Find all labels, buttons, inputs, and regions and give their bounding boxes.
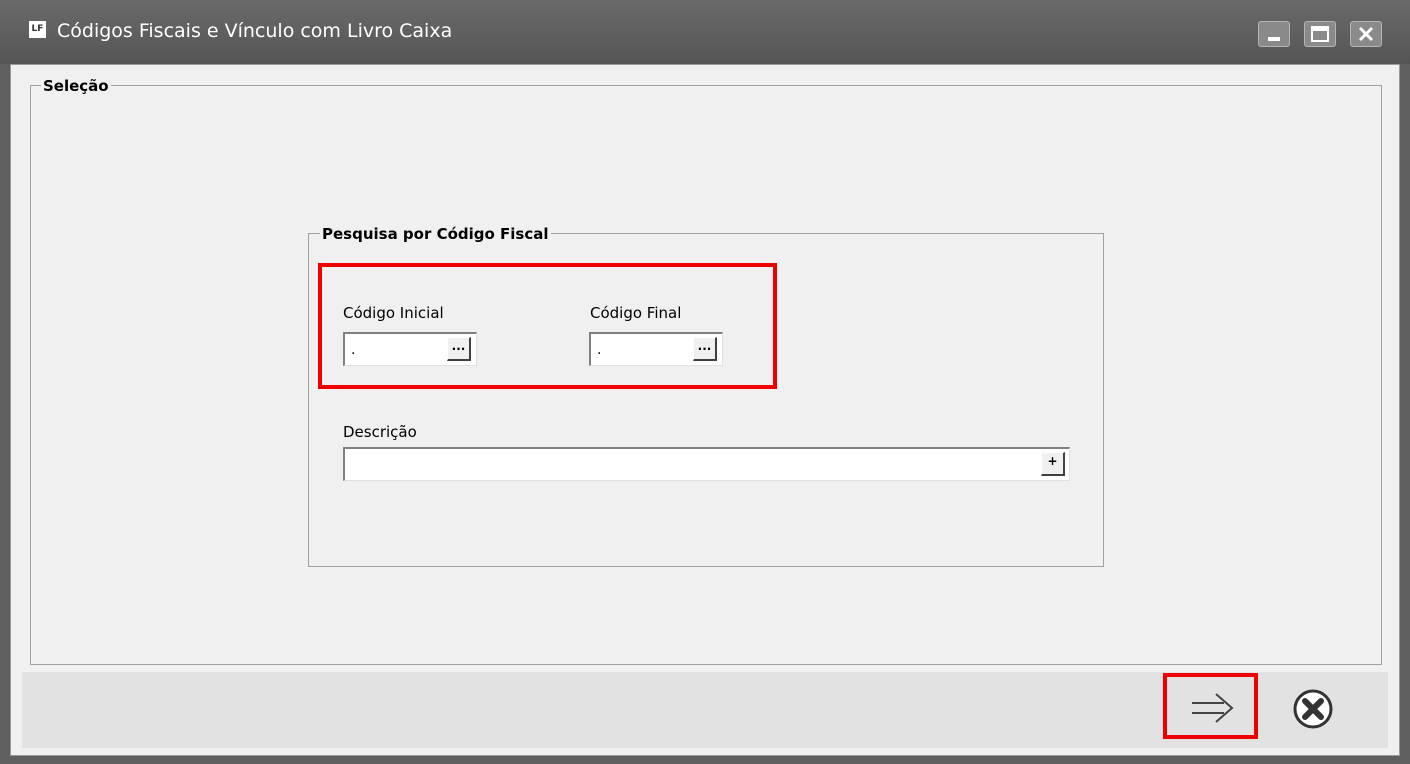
maximize-icon (1311, 26, 1329, 42)
maximize-button[interactable] (1304, 21, 1336, 47)
codes-highlight-box (318, 263, 777, 389)
close-icon (1358, 26, 1374, 42)
selection-group-legend: Seleção (41, 77, 111, 95)
close-window-button[interactable] (1350, 21, 1382, 47)
title-bar[interactable]: LF Códigos Fiscais e Vínculo com Livro C… (0, 0, 1410, 64)
descricao-field[interactable]: + (343, 447, 1070, 481)
minimize-icon (1268, 37, 1280, 41)
cancel-button[interactable] (1290, 686, 1336, 732)
descricao-expand-button[interactable]: + (1041, 452, 1065, 476)
minimize-button[interactable] (1258, 21, 1290, 47)
confirm-highlight-box (1163, 673, 1258, 739)
search-group-legend: Pesquisa por Código Fiscal (320, 225, 551, 243)
app-icon: LF (29, 21, 46, 38)
descricao-label: Descrição (343, 423, 417, 441)
close-circle-icon (1293, 689, 1333, 729)
app-window: LF Códigos Fiscais e Vínculo com Livro C… (0, 0, 1410, 764)
window-title: Códigos Fiscais e Vínculo com Livro Caix… (57, 20, 453, 42)
